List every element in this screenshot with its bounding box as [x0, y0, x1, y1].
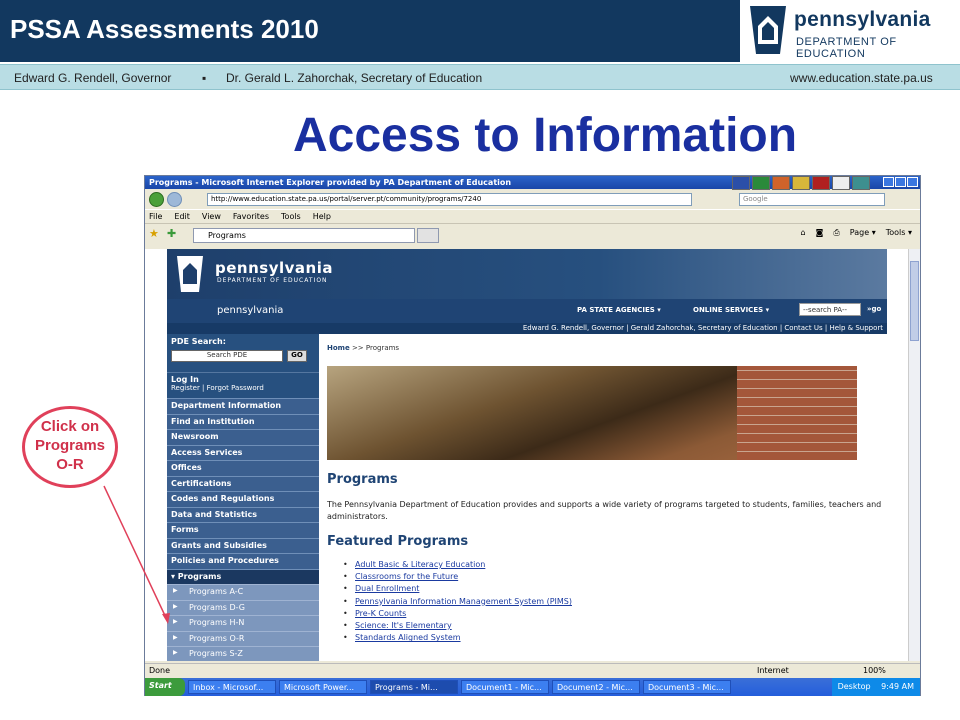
- callout-bubble: Click on Programs O-R: [22, 406, 118, 488]
- callout-arrow: [103, 485, 170, 624]
